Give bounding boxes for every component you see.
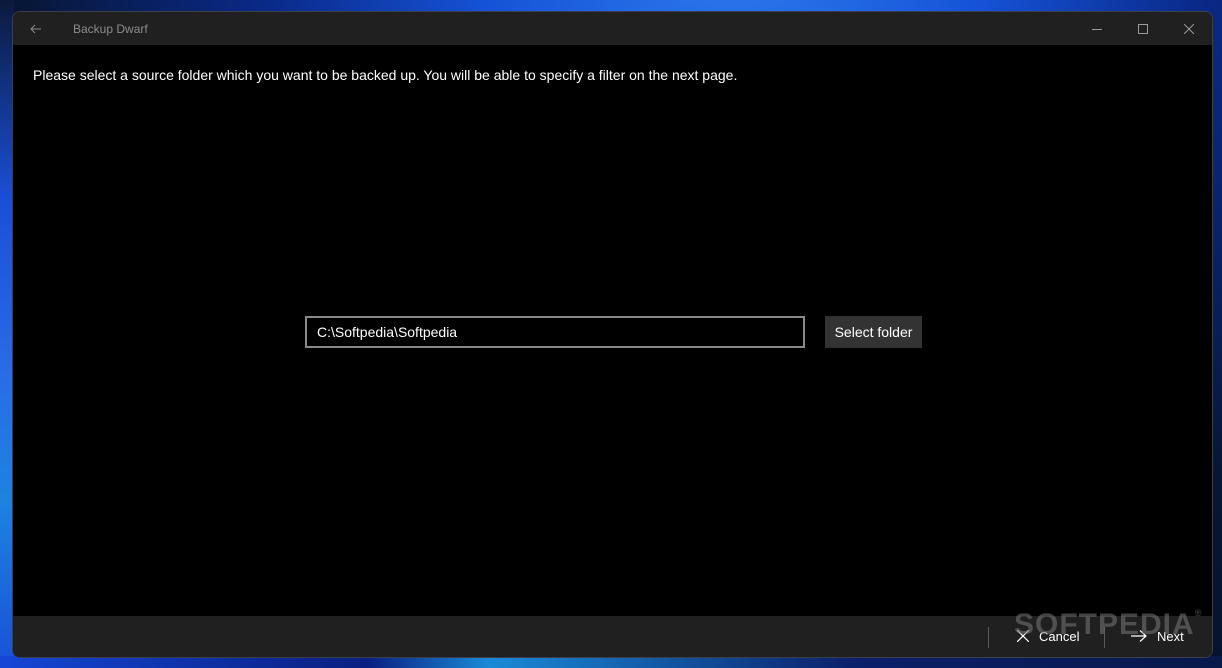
back-button[interactable] <box>13 12 59 45</box>
maximize-button[interactable] <box>1120 12 1166 45</box>
arrow-right-icon <box>1131 630 1147 642</box>
footer-separator <box>988 627 989 648</box>
select-folder-button[interactable]: Select folder <box>825 316 922 348</box>
page-content: Please select a source folder which you … <box>13 45 1212 616</box>
instruction-text: Please select a source folder which you … <box>33 67 738 83</box>
source-folder-input[interactable] <box>305 316 805 348</box>
footer-bar: Cancel Next <box>13 616 1212 657</box>
close-icon <box>1017 630 1029 642</box>
minimize-button[interactable] <box>1074 12 1120 45</box>
window-controls <box>1074 12 1212 45</box>
footer-separator <box>1104 627 1105 648</box>
maximize-icon <box>1138 23 1148 34</box>
close-icon <box>1184 23 1194 34</box>
title-bar[interactable]: Backup Dwarf <box>13 12 1212 45</box>
close-button[interactable] <box>1166 12 1212 45</box>
next-button[interactable]: Next <box>1131 624 1184 648</box>
next-label: Next <box>1157 628 1184 644</box>
cancel-button[interactable]: Cancel <box>1017 624 1079 648</box>
cancel-label: Cancel <box>1039 628 1080 644</box>
minimize-icon <box>1092 28 1102 30</box>
app-title: Backup Dwarf <box>73 21 148 36</box>
arrow-left-icon <box>30 24 41 33</box>
app-window: Backup Dwarf Please select a source fold… <box>12 11 1213 658</box>
